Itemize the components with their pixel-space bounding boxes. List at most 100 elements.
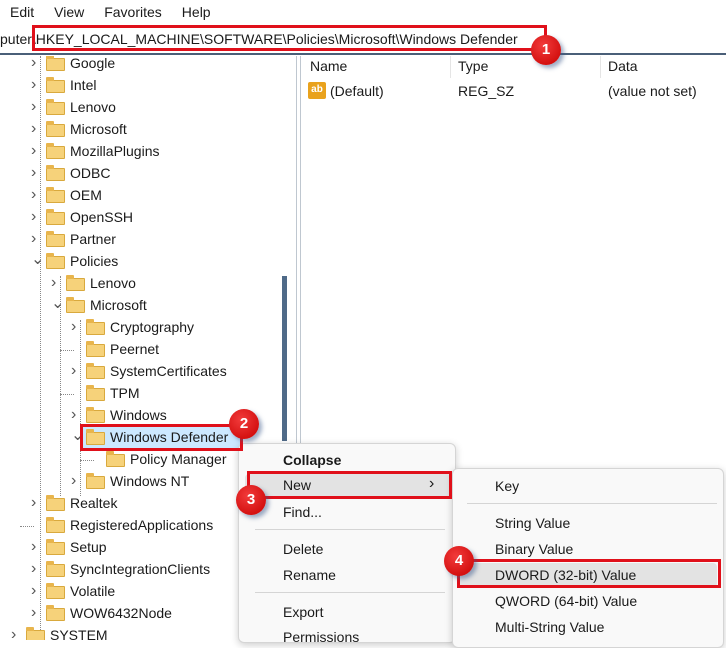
tree-item[interactable]: › SystemCertificates [0, 361, 296, 383]
tree-item[interactable]: TPM [0, 383, 296, 405]
column-header-type[interactable]: Type [458, 58, 488, 74]
folder-icon [46, 121, 65, 137]
tree-item-label: OpenSSH [70, 209, 134, 225]
tree-item-label: Realtek [70, 495, 118, 511]
tree-item-label: MozillaPlugins [70, 143, 160, 159]
value-data: (value not set) [608, 83, 697, 99]
menu-item-collapse[interactable]: Collapse [283, 452, 341, 468]
tree-item[interactable]: › OpenSSH [0, 207, 296, 229]
tree-item-label: Partner [70, 231, 116, 247]
folder-icon [46, 583, 65, 599]
tree-item-label: Policy Manager [130, 451, 227, 467]
tree-connector [60, 394, 74, 395]
folder-icon [86, 319, 105, 335]
chevron-down-icon[interactable]: ⌄ [51, 293, 64, 313]
chevron-right-icon[interactable]: › [31, 76, 41, 94]
tree-item-label: TPM [110, 385, 140, 401]
chevron-right-icon[interactable]: › [31, 120, 41, 138]
chevron-right-icon[interactable]: › [31, 56, 41, 72]
tree-item-label: Microsoft [70, 121, 127, 137]
annotation-badge-1: 1 [531, 35, 561, 65]
menu-item-export[interactable]: Export [283, 604, 323, 620]
chevron-down-icon[interactable]: ⌄ [31, 249, 44, 269]
tree-connector [20, 526, 34, 527]
folder-icon [66, 297, 85, 313]
folder-icon [46, 56, 65, 71]
tree-item[interactable]: › Microsoft [0, 119, 296, 141]
chevron-right-icon[interactable]: › [31, 186, 41, 204]
submenu-item-string-value[interactable]: String Value [495, 515, 570, 531]
menu-item-permissions[interactable]: Permissions [283, 629, 359, 645]
chevron-right-icon[interactable]: › [71, 362, 81, 380]
folder-icon [86, 385, 105, 401]
tree-item[interactable]: › ODBC [0, 163, 296, 185]
menu-favorites[interactable]: Favorites [94, 0, 172, 24]
tree-connector [80, 460, 94, 461]
tree-item[interactable]: ⌄ Policies [0, 251, 296, 273]
folder-icon [106, 451, 125, 467]
submenu-item-key[interactable]: Key [495, 478, 519, 494]
chevron-right-icon[interactable]: › [31, 98, 41, 116]
chevron-right-icon[interactable]: › [31, 142, 41, 160]
chevron-right-icon[interactable]: › [31, 538, 41, 556]
folder-icon [86, 363, 105, 379]
menu-item-delete[interactable]: Delete [283, 541, 323, 557]
tree-item[interactable]: › Intel [0, 75, 296, 97]
chevron-right-icon[interactable]: › [11, 626, 21, 640]
menu-edit[interactable]: Edit [0, 0, 44, 24]
annotation-box-dword [457, 559, 721, 588]
tree-item-label: OEM [70, 187, 102, 203]
tree-item-label: Setup [70, 539, 107, 555]
chevron-right-icon[interactable]: › [31, 494, 41, 512]
chevron-right-icon[interactable]: › [31, 582, 41, 600]
tree-item-label: Peernet [110, 341, 160, 357]
folder-icon [46, 143, 65, 159]
submenu-item-qword-value[interactable]: QWORD (64-bit) Value [495, 593, 637, 609]
menu-item-find[interactable]: Find... [283, 504, 322, 520]
submenu-item-multi-string-value[interactable]: Multi-String Value [495, 619, 604, 635]
column-header-data[interactable]: Data [608, 58, 638, 74]
menu-bar: Edit View Favorites Help [0, 0, 726, 24]
folder-icon [46, 77, 65, 93]
chevron-right-icon[interactable]: › [51, 274, 61, 292]
tree-scrollbar-thumb[interactable] [282, 276, 287, 441]
folder-icon [66, 275, 85, 291]
value-name: (Default) [330, 83, 384, 99]
tree-item-label: ODBC [70, 165, 111, 181]
folder-icon [46, 209, 65, 225]
tree-item-label: SyncIntegrationClients [70, 561, 211, 577]
chevron-right-icon[interactable]: › [31, 164, 41, 182]
menu-separator [255, 529, 445, 530]
chevron-right-icon[interactable]: › [31, 560, 41, 578]
tree-item[interactable]: › Partner [0, 229, 296, 251]
tree-item-label: Microsoft [90, 297, 147, 313]
menu-help[interactable]: Help [172, 0, 221, 24]
tree-item-label: Policies [70, 253, 119, 269]
folder-icon [86, 473, 105, 489]
tree-item[interactable]: ⌄ Microsoft [0, 295, 296, 317]
tree-item[interactable]: › Lenovo [0, 273, 296, 295]
tree-item[interactable]: › Cryptography [0, 317, 296, 339]
column-header-name[interactable]: Name [310, 58, 347, 74]
tree-item[interactable]: › OEM [0, 185, 296, 207]
chevron-right-icon[interactable]: › [71, 318, 81, 336]
tree-item[interactable]: › MozillaPlugins [0, 141, 296, 163]
chevron-right-icon[interactable]: › [31, 604, 41, 622]
submenu-item-binary-value[interactable]: Binary Value [495, 541, 573, 557]
tree-item-label: WOW6432Node [70, 605, 172, 621]
chevron-right-icon[interactable]: › [71, 472, 81, 490]
chevron-right-icon[interactable]: › [31, 230, 41, 248]
column-divider[interactable] [450, 56, 451, 78]
menu-separator [255, 592, 445, 593]
tree-item-label: SystemCertificates [110, 363, 227, 379]
value-type: REG_SZ [458, 83, 515, 99]
folder-icon [46, 605, 65, 621]
tree-item[interactable]: › Lenovo [0, 97, 296, 119]
tree-item[interactable]: › Google [0, 56, 296, 75]
tree-item[interactable]: Peernet [0, 339, 296, 361]
chevron-right-icon[interactable]: › [31, 208, 41, 226]
chevron-right-icon[interactable]: › [71, 406, 81, 424]
menu-item-rename[interactable]: Rename [283, 567, 336, 583]
column-divider[interactable] [600, 56, 601, 78]
menu-view[interactable]: View [44, 0, 94, 24]
